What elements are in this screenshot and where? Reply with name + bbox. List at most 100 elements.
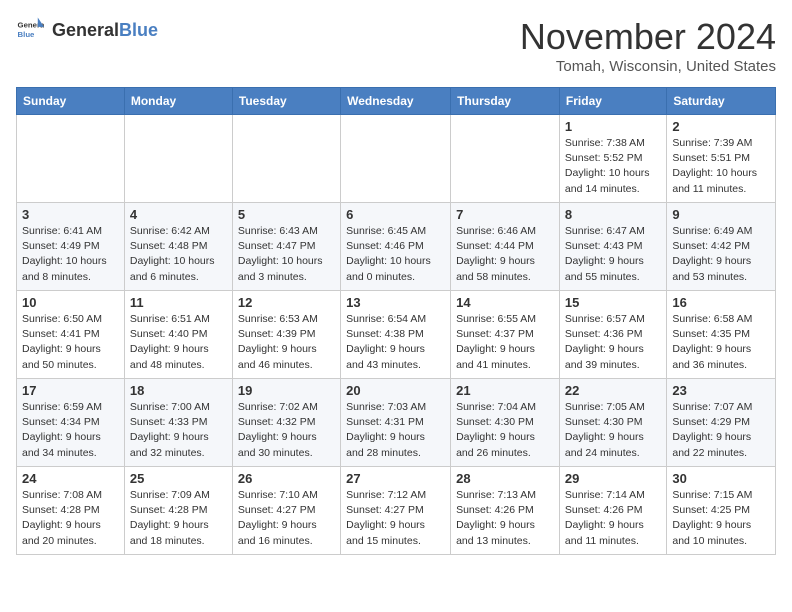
day-number: 15 — [565, 295, 661, 310]
day-info: Sunrise: 6:50 AM Sunset: 4:41 PM Dayligh… — [22, 312, 119, 373]
day-info: Sunrise: 7:10 AM Sunset: 4:27 PM Dayligh… — [238, 488, 335, 549]
day-info: Sunrise: 6:57 AM Sunset: 4:36 PM Dayligh… — [565, 312, 661, 373]
weekday-header: Friday — [559, 88, 666, 115]
calendar-table: SundayMondayTuesdayWednesdayThursdayFrid… — [16, 87, 776, 555]
weekday-header: Saturday — [667, 88, 776, 115]
day-number: 27 — [346, 471, 445, 486]
weekday-header: Wednesday — [341, 88, 451, 115]
day-info: Sunrise: 6:47 AM Sunset: 4:43 PM Dayligh… — [565, 224, 661, 285]
calendar-cell: 1 Sunrise: 7:38 AM Sunset: 5:52 PM Daylig… — [559, 115, 666, 203]
calendar-week-row: 17 Sunrise: 6:59 AM Sunset: 4:34 PM Dayli… — [17, 379, 776, 467]
day-number: 26 — [238, 471, 335, 486]
day-info: Sunrise: 6:55 AM Sunset: 4:37 PM Dayligh… — [456, 312, 554, 373]
weekday-header: Tuesday — [232, 88, 340, 115]
calendar-cell: 25 Sunrise: 7:09 AM Sunset: 4:28 PM Dayli… — [124, 467, 232, 555]
day-number: 3 — [22, 207, 119, 222]
calendar-cell — [232, 115, 340, 203]
day-number: 16 — [672, 295, 770, 310]
day-info: Sunrise: 7:09 AM Sunset: 4:28 PM Dayligh… — [130, 488, 227, 549]
day-number: 22 — [565, 383, 661, 398]
day-info: Sunrise: 7:04 AM Sunset: 4:30 PM Dayligh… — [456, 400, 554, 461]
day-number: 14 — [456, 295, 554, 310]
day-info: Sunrise: 7:03 AM Sunset: 4:31 PM Dayligh… — [346, 400, 445, 461]
day-number: 23 — [672, 383, 770, 398]
calendar-cell: 27Sunrise: 7:12 AM Sunset: 4:27 PM Dayli… — [341, 467, 451, 555]
calendar-cell: 2 Sunrise: 7:39 AM Sunset: 5:51 PM Daylig… — [667, 115, 776, 203]
calendar-week-row: 3 Sunrise: 6:41 AM Sunset: 4:49 PM Daylig… — [17, 203, 776, 291]
day-number: 17 — [22, 383, 119, 398]
day-number: 8 — [565, 207, 661, 222]
calendar-header: SundayMondayTuesdayWednesdayThursdayFrid… — [17, 88, 776, 115]
weekday-header: Sunday — [17, 88, 125, 115]
day-number: 28 — [456, 471, 554, 486]
calendar-cell: 18 Sunrise: 7:00 AM Sunset: 4:33 PM Dayli… — [124, 379, 232, 467]
calendar-cell: 9Sunrise: 6:49 AM Sunset: 4:42 PM Daylig… — [667, 203, 776, 291]
calendar-cell: 8 Sunrise: 6:47 AM Sunset: 4:43 PM Daylig… — [559, 203, 666, 291]
calendar-cell: 7 Sunrise: 6:46 AM Sunset: 4:44 PM Daylig… — [451, 203, 560, 291]
day-number: 6 — [346, 207, 445, 222]
day-info: Sunrise: 7:07 AM Sunset: 4:29 PM Dayligh… — [672, 400, 770, 461]
calendar-cell: 30 Sunrise: 7:15 AM Sunset: 4:25 PM Dayli… — [667, 467, 776, 555]
day-number: 1 — [565, 119, 661, 134]
calendar-cell: 22 Sunrise: 7:05 AM Sunset: 4:30 PM Dayli… — [559, 379, 666, 467]
day-info: Sunrise: 7:39 AM Sunset: 5:51 PM Dayligh… — [672, 136, 770, 197]
day-info: Sunrise: 6:42 AM Sunset: 4:48 PM Dayligh… — [130, 224, 227, 285]
logo-icon: General Blue — [16, 16, 44, 44]
location-title: Tomah, Wisconsin, United States — [520, 58, 776, 75]
logo-general: General — [52, 20, 119, 41]
day-info: Sunrise: 6:46 AM Sunset: 4:44 PM Dayligh… — [456, 224, 554, 285]
day-info: Sunrise: 7:00 AM Sunset: 4:33 PM Dayligh… — [130, 400, 227, 461]
weekday-row: SundayMondayTuesdayWednesdayThursdayFrid… — [17, 88, 776, 115]
calendar-cell: 10Sunrise: 6:50 AM Sunset: 4:41 PM Dayli… — [17, 291, 125, 379]
day-info: Sunrise: 7:15 AM Sunset: 4:25 PM Dayligh… — [672, 488, 770, 549]
calendar-cell: 23 Sunrise: 7:07 AM Sunset: 4:29 PM Dayli… — [667, 379, 776, 467]
calendar-cell — [341, 115, 451, 203]
page-header: General Blue General Blue November 2024 … — [16, 16, 776, 75]
day-number: 25 — [130, 471, 227, 486]
day-info: Sunrise: 6:41 AM Sunset: 4:49 PM Dayligh… — [22, 224, 119, 285]
calendar-cell: 14 Sunrise: 6:55 AM Sunset: 4:37 PM Dayli… — [451, 291, 560, 379]
day-info: Sunrise: 6:43 AM Sunset: 4:47 PM Dayligh… — [238, 224, 335, 285]
calendar-week-row: 1 Sunrise: 7:38 AM Sunset: 5:52 PM Daylig… — [17, 115, 776, 203]
logo: General Blue General Blue — [16, 16, 158, 44]
calendar-cell: 6 Sunrise: 6:45 AM Sunset: 4:46 PM Daylig… — [341, 203, 451, 291]
logo-blue: Blue — [119, 20, 158, 41]
calendar-cell: 20 Sunrise: 7:03 AM Sunset: 4:31 PM Dayli… — [341, 379, 451, 467]
weekday-header: Thursday — [451, 88, 560, 115]
day-info: Sunrise: 6:45 AM Sunset: 4:46 PM Dayligh… — [346, 224, 445, 285]
day-number: 5 — [238, 207, 335, 222]
day-info: Sunrise: 7:38 AM Sunset: 5:52 PM Dayligh… — [565, 136, 661, 197]
day-number: 2 — [672, 119, 770, 134]
day-number: 7 — [456, 207, 554, 222]
day-info: Sunrise: 7:08 AM Sunset: 4:28 PM Dayligh… — [22, 488, 119, 549]
day-number: 11 — [130, 295, 227, 310]
calendar-cell: 11Sunrise: 6:51 AM Sunset: 4:40 PM Dayli… — [124, 291, 232, 379]
day-number: 12 — [238, 295, 335, 310]
calendar-cell: 12 Sunrise: 6:53 AM Sunset: 4:39 PM Dayli… — [232, 291, 340, 379]
day-number: 20 — [346, 383, 445, 398]
calendar-cell: 13Sunrise: 6:54 AM Sunset: 4:38 PM Dayli… — [341, 291, 451, 379]
day-info: Sunrise: 6:49 AM Sunset: 4:42 PM Dayligh… — [672, 224, 770, 285]
svg-text:Blue: Blue — [18, 30, 36, 39]
calendar-cell: 26 Sunrise: 7:10 AM Sunset: 4:27 PM Dayli… — [232, 467, 340, 555]
day-number: 24 — [22, 471, 119, 486]
day-number: 19 — [238, 383, 335, 398]
calendar-cell: 19Sunrise: 7:02 AM Sunset: 4:32 PM Dayli… — [232, 379, 340, 467]
calendar-cell: 5 Sunrise: 6:43 AM Sunset: 4:47 PM Daylig… — [232, 203, 340, 291]
day-number: 13 — [346, 295, 445, 310]
calendar-cell: 21 Sunrise: 7:04 AM Sunset: 4:30 PM Dayli… — [451, 379, 560, 467]
day-info: Sunrise: 7:14 AM Sunset: 4:26 PM Dayligh… — [565, 488, 661, 549]
day-number: 21 — [456, 383, 554, 398]
calendar-cell: 3 Sunrise: 6:41 AM Sunset: 4:49 PM Daylig… — [17, 203, 125, 291]
calendar-cell — [451, 115, 560, 203]
title-area: November 2024 Tomah, Wisconsin, United S… — [520, 16, 776, 75]
day-number: 4 — [130, 207, 227, 222]
day-number: 29 — [565, 471, 661, 486]
calendar-cell: 17 Sunrise: 6:59 AM Sunset: 4:34 PM Dayli… — [17, 379, 125, 467]
day-info: Sunrise: 6:59 AM Sunset: 4:34 PM Dayligh… — [22, 400, 119, 461]
day-number: 30 — [672, 471, 770, 486]
day-info: Sunrise: 6:53 AM Sunset: 4:39 PM Dayligh… — [238, 312, 335, 373]
calendar-week-row: 10Sunrise: 6:50 AM Sunset: 4:41 PM Dayli… — [17, 291, 776, 379]
day-number: 18 — [130, 383, 227, 398]
day-info: Sunrise: 7:05 AM Sunset: 4:30 PM Dayligh… — [565, 400, 661, 461]
